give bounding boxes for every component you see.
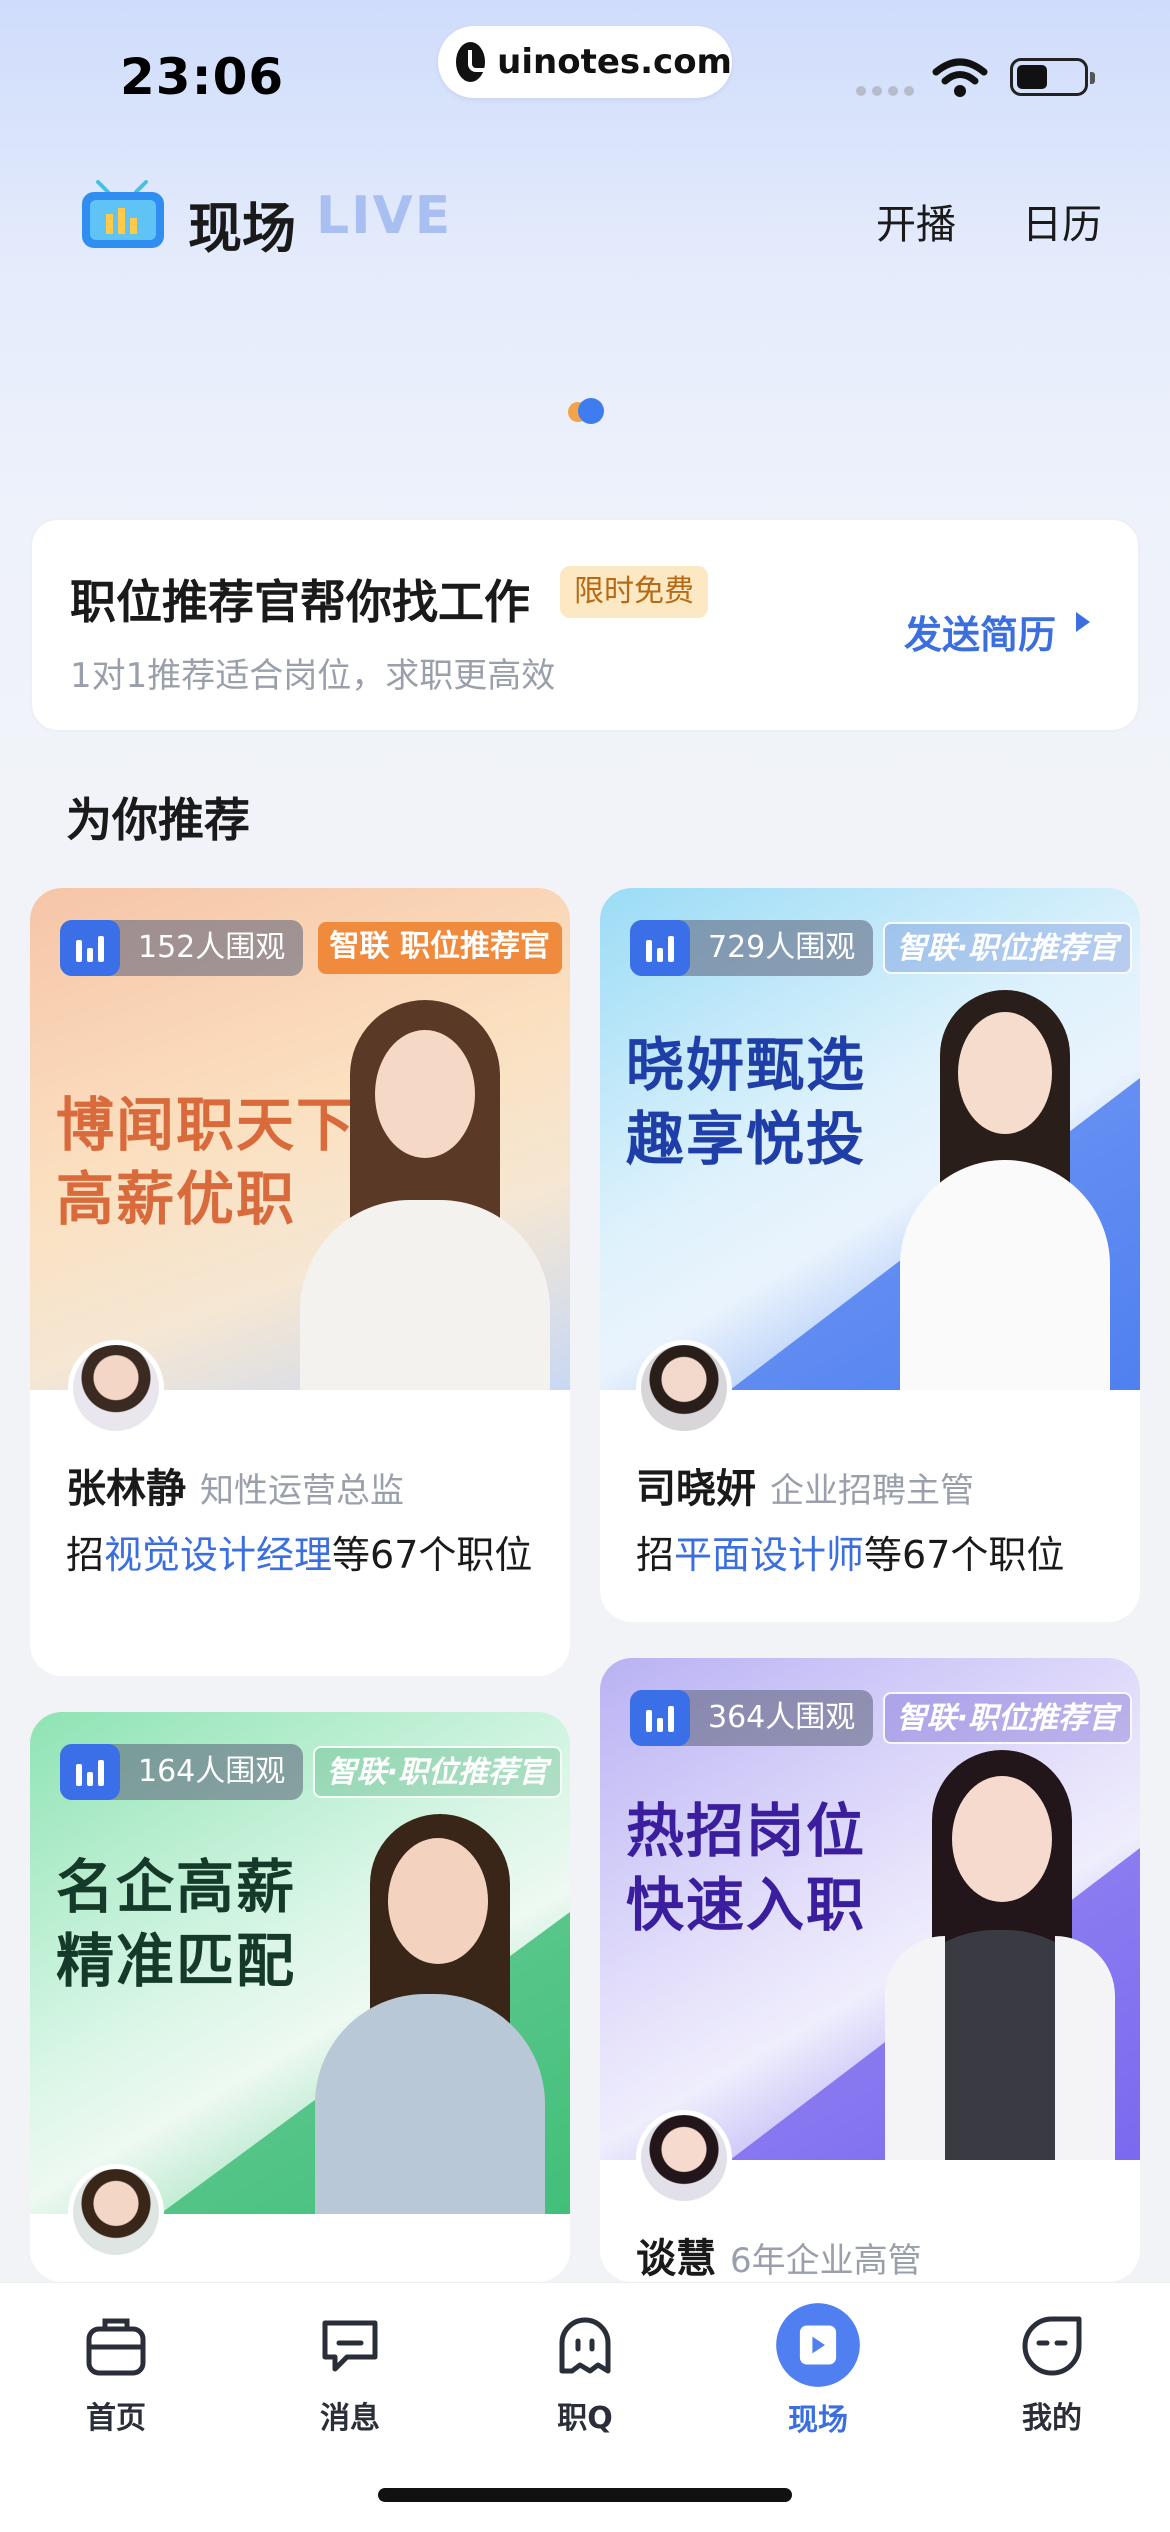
banner-subtitle: 1对1推荐适合岗位，求职更高效	[70, 656, 556, 696]
banner-title: 职位推荐官帮你找工作	[70, 575, 530, 629]
live-bars-icon	[630, 920, 690, 976]
uinotes-logo-icon	[456, 42, 493, 82]
tab-messages[interactable]: 消息	[270, 2313, 430, 2437]
tab-mine[interactable]: 我的	[972, 2313, 1132, 2437]
live-card[interactable]: 名企高薪 精准匹配 164人围观 智联·职位推荐官	[30, 1712, 570, 2282]
host-name-text: 谈慧	[636, 2236, 716, 2282]
viewer-count-text: 164人围观	[138, 1754, 286, 1789]
tab-label: 首页	[86, 2401, 146, 2436]
job-highlight: 平面设计师	[674, 1533, 865, 1577]
job-prefix: 招	[66, 1533, 105, 1577]
host-photo	[280, 1000, 570, 1390]
job-suffix: 等67个职位	[332, 1533, 533, 1577]
viewer-count: 364人围观	[630, 1690, 874, 1746]
host-role: 企业招聘主管	[770, 1471, 974, 1511]
cover-slogan-line: 名企高薪	[56, 1853, 297, 1921]
page-title-live: LIVE	[316, 186, 453, 246]
tab-label: 职Q	[557, 2401, 613, 2436]
page-title: 现场	[188, 197, 296, 260]
brand-tag: 智联·职位推荐官	[882, 1692, 1132, 1744]
viewer-count-text: 152人围观	[138, 930, 286, 965]
section-title: 为你推荐	[66, 793, 250, 847]
cover-slogan: 热招岗位 快速入职	[626, 1794, 866, 1942]
live-card[interactable]: 热招岗位 快速入职 364人围观 智联·职位推荐官 谈慧 6年企业高管	[600, 1658, 1140, 2282]
loading-indicator	[566, 396, 610, 426]
live-cover: 热招岗位 快速入职 364人围观 智联·职位推荐官	[600, 1658, 1140, 2160]
cover-slogan: 晓妍甄选 趣享悦投	[626, 1028, 866, 1176]
job-suffix: 等67个职位	[864, 1533, 1065, 1577]
live-cover: 名企高薪 精准匹配 164人围观 智联·职位推荐官	[30, 1712, 570, 2214]
briefcase-icon	[86, 2318, 146, 2376]
cover-slogan-line: 趣享悦投	[626, 1105, 867, 1173]
host-avatar	[636, 1340, 732, 1436]
host-photo	[300, 1814, 560, 2214]
battery-icon	[1010, 58, 1095, 96]
viewer-count-text: 729人围观	[708, 930, 856, 965]
cover-slogan-line: 精准匹配	[56, 1927, 297, 1995]
viewer-count: 164人围观	[60, 1744, 304, 1800]
host-name-text: 张林静	[66, 1466, 186, 1512]
tab-label: 现场	[788, 2403, 848, 2438]
free-badge: 限时免费	[560, 566, 708, 618]
host-photo	[880, 990, 1130, 1390]
host-name: 谈慧 6年企业高管	[636, 2226, 922, 2282]
host-avatar	[636, 2110, 732, 2206]
host-name: 司晓妍 企业招聘主管	[636, 1456, 974, 1514]
cover-slogan-line: 热招岗位	[626, 1797, 867, 1865]
live-card[interactable]: 博闻职天下 高薪优职 152人围观 智联 职位推荐官 张林静 知性运营总监 招视觉…	[30, 888, 570, 1676]
recommend-banner[interactable]: 职位推荐官帮你找工作 限时免费 1对1推荐适合岗位，求职更高效 发送简历	[30, 518, 1140, 732]
status-time: 23:06	[120, 48, 285, 106]
tab-zhiq[interactable]: 职Q	[505, 2313, 665, 2437]
viewer-count-text: 364人围观	[708, 1700, 856, 1735]
url-text: uinotes.com	[497, 42, 732, 82]
wifi-icon	[932, 58, 988, 97]
live-play-icon	[776, 2303, 860, 2387]
app-header: 现场 LIVE 开播 日历	[0, 160, 1170, 280]
host-name: 张林静 知性运营总监	[66, 1456, 404, 1514]
host-avatar	[68, 1340, 164, 1436]
job-summary: 招平面设计师等67个职位	[636, 1528, 1116, 1582]
start-broadcast-button[interactable]: 开播	[876, 192, 956, 250]
viewer-count: 729人围观	[630, 920, 874, 976]
status-bar: 23:06 uinotes.com	[0, 0, 1170, 150]
live-bars-icon	[60, 920, 120, 976]
host-avatar	[68, 2164, 164, 2260]
live-bars-icon	[60, 1744, 120, 1800]
home-indicator[interactable]	[378, 2488, 792, 2502]
live-cover: 博闻职天下 高薪优职 152人围观 智联 职位推荐官	[30, 888, 570, 1390]
brand-tag: 智联·职位推荐官	[882, 922, 1132, 974]
profile-face-icon	[1022, 2316, 1082, 2376]
cellular-signal-icon	[856, 86, 914, 96]
job-highlight: 视觉设计经理	[104, 1533, 333, 1577]
job-summary: 招视觉设计经理等67个职位	[66, 1528, 536, 1582]
ghost-chat-icon	[559, 2317, 611, 2374]
live-card[interactable]: 晓妍甄选 趣享悦投 729人围观 智联·职位推荐官 司晓妍 企业招聘主管 招平面设…	[600, 888, 1140, 1622]
cover-slogan: 名企高薪 精准匹配	[56, 1850, 296, 1998]
viewer-count: 152人围观	[60, 920, 304, 976]
host-role: 6年企业高管	[730, 2241, 922, 2281]
tab-live[interactable]: 现场	[738, 2303, 898, 2439]
tab-label: 我的	[1022, 2401, 1082, 2436]
brand-tag: 智联 职位推荐官	[317, 922, 562, 974]
brand-tag: 智联·职位推荐官	[312, 1746, 562, 1798]
tab-label: 消息	[320, 2401, 380, 2436]
send-resume-button[interactable]: 发送简历	[904, 604, 1056, 659]
host-role: 知性运营总监	[200, 1471, 404, 1511]
chevron-right-icon	[1076, 612, 1090, 632]
message-icon	[322, 2320, 378, 2372]
live-bars-icon	[630, 1690, 690, 1746]
url-pill[interactable]: uinotes.com	[438, 26, 732, 98]
tab-home[interactable]: 首页	[36, 2313, 196, 2437]
job-prefix: 招	[636, 1533, 675, 1577]
host-photo	[870, 1750, 1130, 2160]
host-name-text: 司晓妍	[636, 1466, 756, 1512]
tv-logo-icon	[82, 180, 164, 248]
calendar-button[interactable]: 日历	[1022, 192, 1102, 250]
cover-slogan-line: 晓妍甄选	[626, 1031, 867, 1099]
live-cover: 晓妍甄选 趣享悦投 729人围观 智联·职位推荐官	[600, 888, 1140, 1390]
cover-slogan-line: 快速入职	[626, 1871, 867, 1939]
